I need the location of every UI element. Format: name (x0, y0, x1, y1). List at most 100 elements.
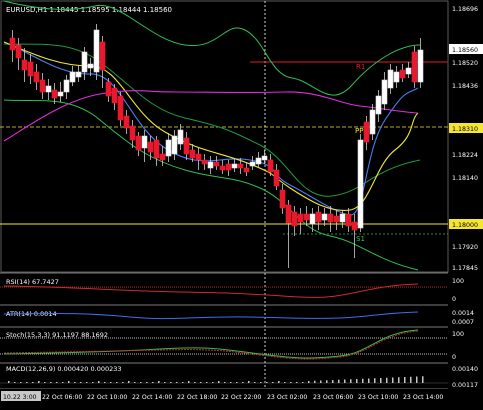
candle-body[interactable] (351, 221, 358, 231)
candle-body[interactable] (375, 95, 382, 115)
macd-histogram-bar (86, 382, 88, 383)
candle-body[interactable] (285, 204, 292, 224)
trading-terminal: EURUSD,H1 1.18445 1.18595 1.18444 1.1856… (0, 0, 483, 406)
candle-body[interactable] (15, 44, 22, 59)
rsi-axis-bottom: 0 (452, 296, 456, 303)
candle-body[interactable] (21, 59, 28, 71)
macd-histogram-bar (80, 382, 82, 383)
macd-histogram-bar (236, 382, 238, 383)
candle-body[interactable] (189, 149, 196, 159)
macd-histogram-bar (68, 381, 70, 383)
candle-body[interactable] (183, 137, 190, 155)
candle-body[interactable] (57, 91, 64, 97)
macd-histogram-bar (62, 382, 64, 383)
candle-body[interactable] (129, 125, 136, 141)
candle-body[interactable] (357, 139, 364, 229)
candle-body[interactable] (63, 79, 70, 93)
candle-body[interactable] (39, 79, 46, 93)
candle-body[interactable] (369, 109, 376, 135)
candle-body[interactable] (255, 157, 262, 165)
macd-histogram-bar (398, 377, 400, 383)
macd-histogram-bar (266, 382, 268, 383)
candle-body[interactable] (195, 153, 202, 161)
macd-histogram-bar (104, 382, 106, 383)
macd-histogram-bar (200, 382, 202, 383)
macd-histogram-bar (404, 377, 406, 383)
candle-body[interactable] (273, 169, 280, 187)
candle-body[interactable] (93, 29, 100, 73)
candle-body[interactable] (267, 159, 274, 173)
macd-histogram-bar (152, 382, 154, 383)
candle-body[interactable] (219, 165, 226, 171)
candle-body[interactable] (393, 71, 400, 83)
chart-canvas[interactable]: EURUSD,H1 1.18445 1.18595 1.18444 1.1856… (0, 0, 483, 406)
candle-body[interactable] (249, 161, 256, 167)
candle-body[interactable] (159, 153, 166, 161)
candle-body[interactable] (321, 213, 328, 221)
candle-body[interactable] (135, 135, 142, 151)
candle-body[interactable] (231, 163, 238, 169)
price-axis-bg (449, 1, 483, 273)
candle-body[interactable] (303, 213, 310, 221)
rsi-label: RSI(14) 67.7427 (6, 278, 59, 286)
candle-body[interactable] (387, 69, 394, 89)
candle-body[interactable] (45, 85, 52, 93)
macd-histogram-bar (296, 382, 298, 383)
candle-body[interactable] (201, 159, 208, 165)
candle-body[interactable] (399, 69, 406, 79)
candle-body[interactable] (153, 139, 160, 159)
candle-body[interactable] (381, 79, 388, 105)
candle-body[interactable] (237, 163, 244, 169)
candle-body[interactable] (33, 71, 40, 83)
candle-body[interactable] (327, 213, 334, 223)
candle-body[interactable] (243, 167, 250, 173)
candle-body[interactable] (147, 141, 154, 153)
candle-body[interactable] (75, 71, 82, 78)
macd-histogram-bar (206, 382, 208, 383)
candle-body[interactable] (177, 129, 184, 145)
candle-body[interactable] (333, 215, 340, 223)
price-7: 1.18140 (452, 175, 478, 182)
candle-body[interactable] (141, 135, 148, 149)
macd-histogram-bar (56, 382, 58, 383)
candle-body[interactable] (99, 41, 106, 71)
candle-body[interactable] (261, 155, 268, 161)
macd-histogram-bar (272, 382, 274, 383)
candle-body[interactable] (87, 63, 94, 69)
macd-histogram-bar (212, 382, 214, 383)
candle-body[interactable] (297, 213, 304, 223)
candle-body[interactable] (213, 161, 220, 167)
candle-body[interactable] (111, 87, 118, 104)
candle-body[interactable] (411, 51, 418, 83)
candle-body[interactable] (27, 61, 34, 77)
candle-body[interactable] (291, 211, 298, 227)
candle-body[interactable] (165, 139, 172, 157)
time-label-4: 22 Oct 14:00 (132, 394, 172, 401)
candle-body[interactable] (123, 115, 130, 129)
candle-body[interactable] (309, 213, 316, 225)
candle-body[interactable] (9, 37, 16, 51)
support-price: 1.18000 (452, 222, 478, 229)
candle-body[interactable] (207, 161, 214, 169)
candle-body[interactable] (69, 71, 76, 83)
candle-body[interactable] (405, 67, 412, 75)
candle-body[interactable] (345, 213, 352, 227)
candle-body[interactable] (171, 135, 178, 155)
candle-body[interactable] (51, 89, 58, 99)
macd-histogram-bar (14, 382, 16, 383)
macd-histogram-bar (386, 377, 388, 383)
s1-label: S1 (356, 235, 365, 243)
macd-histogram-bar (374, 378, 376, 383)
macd-histogram-bar (110, 382, 112, 383)
candle-body[interactable] (117, 95, 124, 121)
candle-body[interactable] (81, 51, 88, 73)
macd-histogram-bar (20, 382, 22, 383)
candle-body[interactable] (315, 211, 322, 223)
candle-body[interactable] (279, 189, 286, 209)
macd-histogram-bar (332, 380, 334, 383)
candle-body[interactable] (363, 121, 370, 143)
candle-body[interactable] (339, 213, 346, 223)
candle-body[interactable] (225, 163, 232, 171)
candle-body[interactable] (105, 81, 112, 97)
candle-body[interactable] (417, 49, 424, 83)
